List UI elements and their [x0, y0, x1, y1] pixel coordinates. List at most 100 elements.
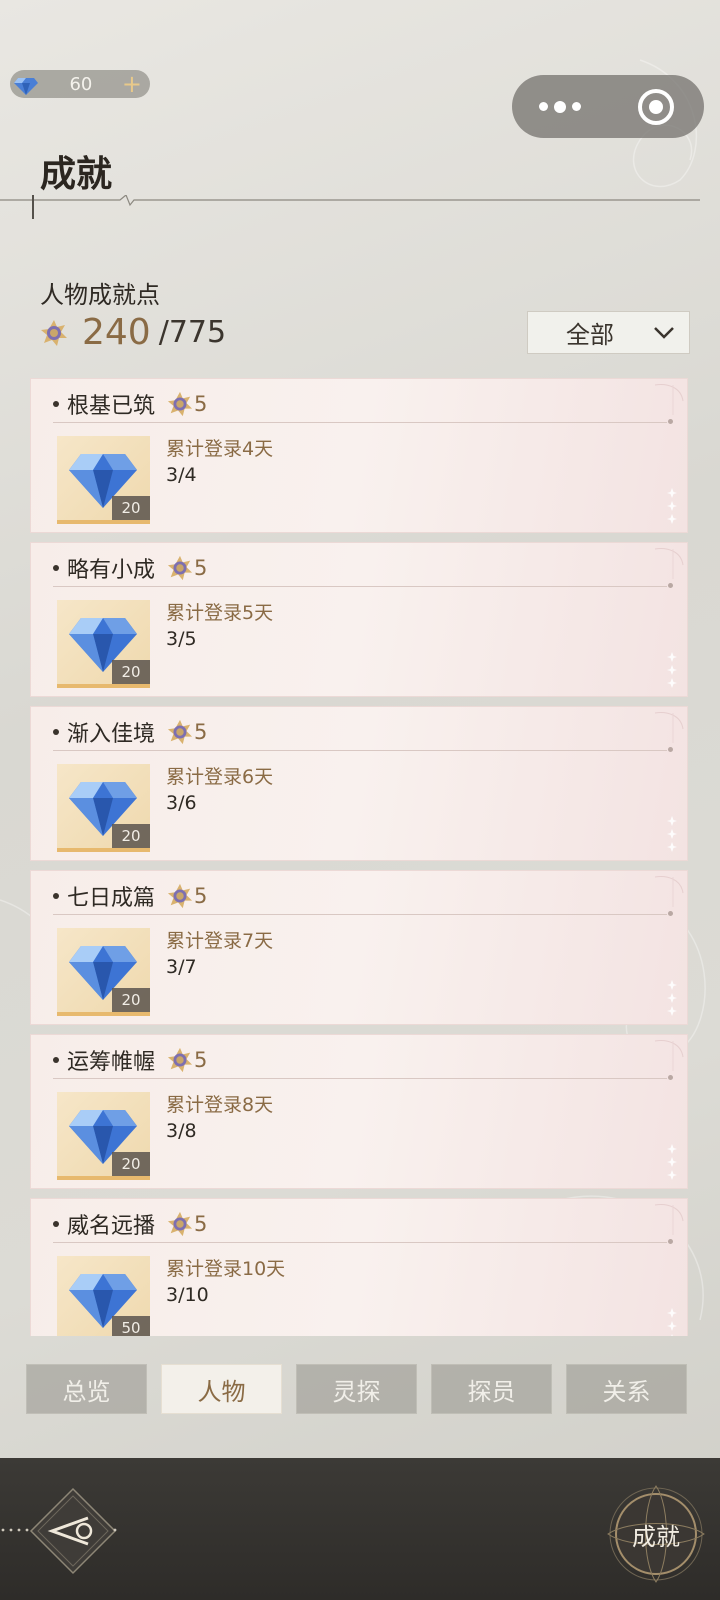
achievement-card[interactable]: 七日成篇 5 20 累计登录7天 3/7	[30, 870, 688, 1025]
points-summary: 240 /775	[40, 312, 226, 353]
reward-item[interactable]: 20	[57, 1092, 150, 1180]
achievement-header: 略有小成 5	[53, 553, 207, 583]
card-divider	[53, 1078, 667, 1079]
sparkle-icon	[667, 1144, 677, 1180]
achievement-name: 七日成篇	[67, 886, 156, 911]
more-dot-icon	[572, 102, 581, 111]
chevron-down-icon	[654, 326, 674, 339]
medal-icon	[167, 1211, 193, 1237]
diamond-icon	[14, 78, 38, 95]
add-currency-button[interactable]: +	[122, 72, 142, 96]
tab-agent[interactable]: 探员	[431, 1364, 552, 1414]
sparkle-icon	[667, 980, 677, 1016]
bullet-icon	[53, 893, 59, 899]
achievement-description: 累计登录4天	[166, 438, 274, 460]
achievement-progress: 3/7	[166, 956, 197, 978]
achievement-description: 累计登录8天	[166, 1094, 274, 1116]
filter-dropdown[interactable]: 全部	[527, 311, 690, 354]
achievement-name: 运筹帷幄	[67, 1050, 156, 1075]
corner-ornament	[654, 384, 684, 415]
medal-icon	[167, 391, 193, 417]
divider-dot-icon	[668, 1075, 673, 1080]
reward-item[interactable]: 20	[57, 600, 150, 688]
currency-amount: 60	[69, 73, 93, 95]
medal-icon	[167, 555, 193, 581]
achievement-card[interactable]: 根基已筑 5 20 累计登录4天 3/4	[30, 378, 688, 533]
achievement-header: 威名远播 5	[53, 1209, 207, 1239]
card-divider	[53, 914, 667, 915]
achievement-points: 5	[194, 720, 208, 744]
back-button[interactable]	[28, 1486, 118, 1576]
achievement-nav-button[interactable]: 成就	[604, 1482, 708, 1586]
tab-overview[interactable]: 总览	[26, 1364, 147, 1414]
achievement-name: 威名远播	[67, 1214, 156, 1239]
achievement-description: 累计登录7天	[166, 930, 274, 952]
bullet-icon	[53, 729, 59, 735]
achievement-name: 根基已筑	[67, 394, 156, 419]
bullet-icon	[53, 565, 59, 571]
divider-dot-icon	[668, 747, 673, 752]
tab-spirit-probe[interactable]: 灵探	[296, 1364, 417, 1414]
achievement-points: 5	[194, 392, 208, 416]
target-icon	[638, 88, 674, 125]
divider-dot-icon	[668, 419, 673, 424]
achievement-header: 运筹帷幄 5	[53, 1045, 207, 1075]
divider-dot-icon	[668, 1239, 673, 1244]
menu-capsule	[512, 75, 704, 138]
achievement-points: 5	[194, 1048, 208, 1072]
medal-icon	[167, 1047, 193, 1073]
achievement-card[interactable]: 运筹帷幄 5 20 累计登录8天 3/8	[30, 1034, 688, 1189]
reward-item[interactable]: 50	[57, 1256, 150, 1336]
tab-character[interactable]: 人物	[161, 1364, 282, 1414]
achievement-progress: 3/4	[166, 464, 197, 486]
achievement-card[interactable]: 渐入佳境 5 20 累计登录6天 3/6	[30, 706, 688, 861]
more-dot-icon	[539, 102, 548, 111]
sparkle-icon	[667, 816, 677, 852]
reward-quantity: 20	[112, 988, 150, 1012]
reward-item[interactable]: 20	[57, 764, 150, 852]
achievement-card[interactable]: 威名远播 5 50 累计登录10天 3/10	[30, 1198, 688, 1336]
sparkle-icon	[667, 652, 677, 688]
sparkle-icon	[667, 488, 677, 524]
points-label: 人物成就点	[40, 281, 160, 309]
reward-quantity: 20	[112, 496, 150, 520]
bullet-icon	[53, 1057, 59, 1063]
currency-pill[interactable]: 60 +	[10, 70, 150, 98]
achievement-list[interactable]: 根基已筑 5 20 累计登录4天 3/4 略有小成 5 20 累计登录5天 3/…	[30, 378, 688, 1336]
reward-item[interactable]: 20	[57, 928, 150, 1016]
achievement-progress: 3/6	[166, 792, 197, 814]
title-divider	[0, 195, 700, 219]
card-divider	[53, 750, 667, 751]
corner-ornament	[654, 1204, 684, 1235]
achievement-name: 渐入佳境	[67, 722, 156, 747]
dotted-line-decoration	[113, 1528, 117, 1532]
achievement-header: 渐入佳境 5	[53, 717, 207, 747]
achievement-nav-label: 成就	[632, 1522, 680, 1551]
reward-quantity: 20	[112, 660, 150, 684]
reward-item[interactable]: 20	[57, 436, 150, 524]
achievement-card[interactable]: 略有小成 5 20 累计登录5天 3/5	[30, 542, 688, 697]
close-miniprogram-button[interactable]	[608, 75, 704, 138]
corner-ornament	[654, 876, 684, 907]
achievement-points: 5	[194, 884, 208, 908]
achievement-points: 5	[194, 556, 208, 580]
corner-ornament	[654, 712, 684, 743]
bottom-bar: 成就	[0, 1458, 720, 1600]
card-divider	[53, 1242, 667, 1243]
bullet-icon	[53, 401, 59, 407]
tab-relations[interactable]: 关系	[566, 1364, 687, 1414]
more-options-button[interactable]	[512, 75, 608, 138]
achievement-points: 5	[194, 1212, 208, 1236]
sparkle-icon	[667, 1308, 677, 1336]
filter-selected: 全部	[566, 321, 614, 349]
achievement-header: 根基已筑 5	[53, 389, 207, 419]
divider-dot-icon	[668, 583, 673, 588]
achievement-progress: 3/5	[166, 628, 197, 650]
achievement-description: 累计登录6天	[166, 766, 274, 788]
corner-ornament	[654, 1040, 684, 1071]
page-title: 成就	[40, 153, 113, 195]
achievement-name: 略有小成	[67, 558, 156, 583]
dotted-line-decoration	[1, 1528, 29, 1532]
points-total: /775	[158, 315, 227, 350]
achievement-progress: 3/8	[166, 1120, 197, 1142]
